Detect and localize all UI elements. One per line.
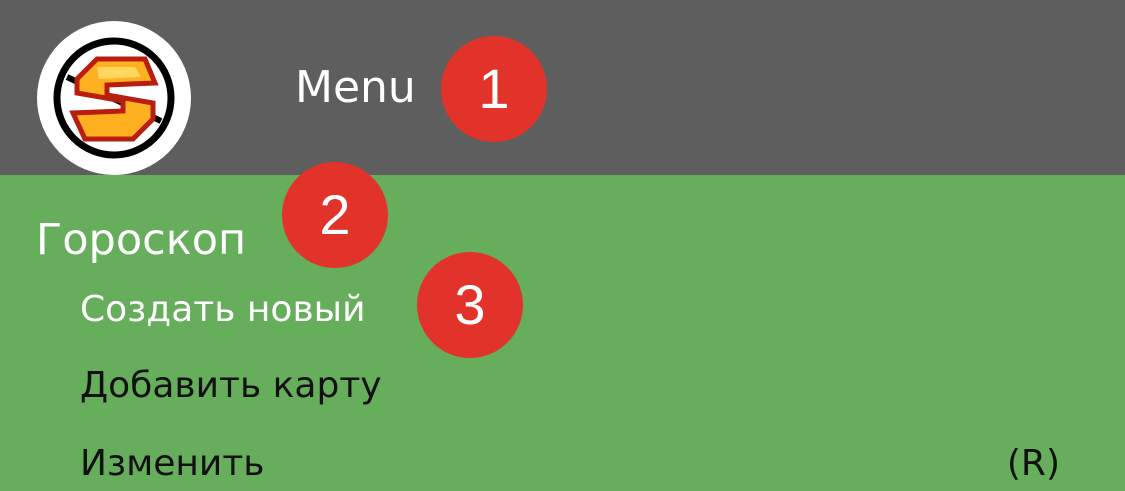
header-bar: Menu bbox=[0, 0, 1125, 175]
menu-item-label: Изменить bbox=[80, 443, 265, 484]
annotation-badge-3: 3 bbox=[417, 252, 523, 358]
menu-item-add-chart[interactable]: Добавить карту bbox=[80, 362, 382, 410]
s-logo-icon bbox=[53, 37, 175, 159]
menu-item-edit[interactable]: Изменить (R) bbox=[80, 440, 1060, 488]
section-title-horoscope[interactable]: Гороскоп bbox=[36, 212, 246, 268]
menu-item-create-new[interactable]: Создать новый bbox=[80, 286, 366, 334]
menu-item-label: Добавить карту bbox=[80, 365, 382, 406]
menu-title: Menu bbox=[295, 62, 416, 113]
menu-item-label: Создать новый bbox=[80, 289, 366, 330]
annotation-badge-2: 2 bbox=[282, 162, 388, 268]
app-logo[interactable] bbox=[37, 21, 191, 175]
annotation-badge-1: 1 bbox=[441, 36, 547, 142]
shortcut-hint: (R) bbox=[1006, 443, 1060, 484]
